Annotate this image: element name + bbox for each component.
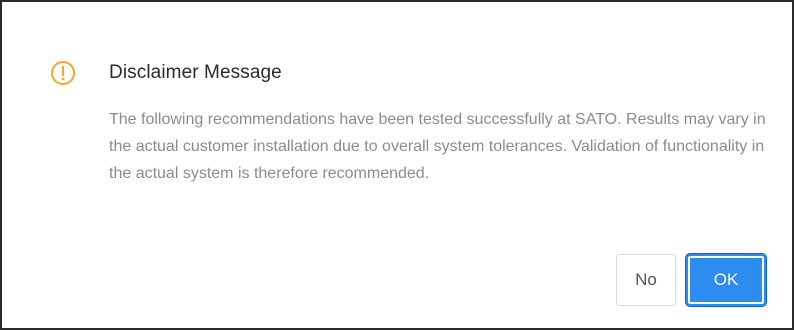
ok-button[interactable]: OK [686,254,766,306]
dialog-button-group: No OK [616,254,766,306]
dialog-title: Disclaimer Message [109,62,282,83]
no-button[interactable]: No [616,254,676,306]
warning-circle-icon [51,61,75,85]
dialog-message: The following recommendations have been … [109,111,766,182]
disclaimer-dialog: Disclaimer Message The following recomme… [0,0,794,330]
